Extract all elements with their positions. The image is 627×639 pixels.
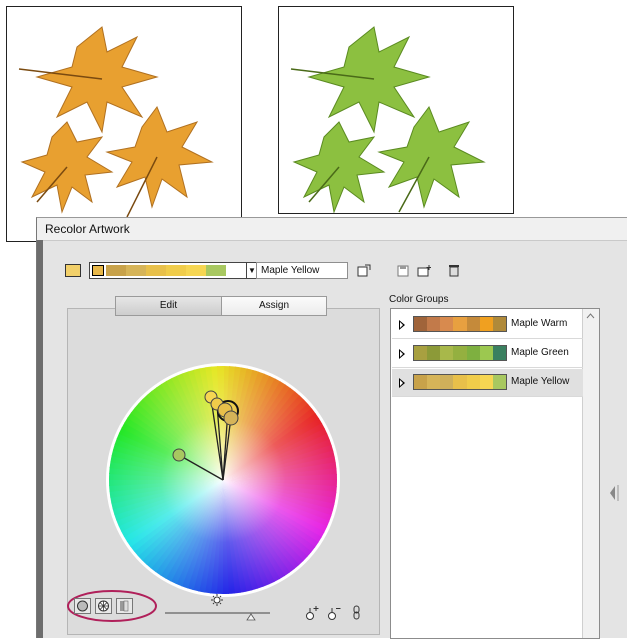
- segmented-wheel-icon: [98, 600, 109, 612]
- new-group-icon[interactable]: [357, 264, 371, 277]
- segmented-wheel-button[interactable]: [95, 598, 112, 614]
- current-colors-strip[interactable]: [89, 262, 247, 279]
- strip-colors: [106, 265, 226, 276]
- group-swatches: [413, 374, 507, 390]
- group-name: Maple Warm: [511, 318, 568, 329]
- current-color-swatch[interactable]: [65, 264, 81, 277]
- brightness-thumb[interactable]: [246, 613, 256, 621]
- new-folder-icon[interactable]: [417, 264, 431, 277]
- save-icon[interactable]: [397, 264, 411, 277]
- color-wheel[interactable]: [103, 360, 343, 600]
- smooth-wheel-icon: [77, 600, 88, 612]
- smooth-wheel-button[interactable]: [74, 598, 91, 614]
- color-bars-button[interactable]: [116, 598, 133, 614]
- green-maple-leaves-image: [290, 26, 486, 213]
- expand-arrow-icon[interactable]: [399, 378, 405, 388]
- group-swatches: [413, 316, 507, 332]
- artwork-after-preview: [278, 6, 514, 214]
- edit-assign-tabs: Edit Assign: [115, 296, 327, 316]
- brightness-slider[interactable]: [165, 594, 275, 624]
- color-groups-label: Color Groups: [389, 294, 449, 305]
- color-group-row[interactable]: Maple Yellow: [392, 369, 583, 397]
- selected-color-marker: [92, 265, 104, 276]
- color-group-row[interactable]: Maple Warm: [392, 311, 583, 339]
- group-name-field[interactable]: Maple Yellow: [256, 262, 348, 279]
- expand-arrow-icon[interactable]: [399, 320, 405, 330]
- collapse-arrow-icon[interactable]: [608, 483, 620, 503]
- orange-maple-leaves-image: [18, 26, 214, 218]
- brightness-icon: [211, 594, 223, 606]
- dialog-titlebar[interactable]: Recolor Artwork: [37, 218, 627, 241]
- delete-icon[interactable]: [447, 264, 461, 277]
- dialog-edge: [37, 240, 43, 638]
- add-color-icon[interactable]: [305, 605, 319, 621]
- groups-scrollbar[interactable]: [582, 309, 599, 638]
- tab-assign[interactable]: Assign: [222, 297, 326, 315]
- group-swatches: [413, 345, 507, 361]
- color-groups-list: Maple Warm Maple Green Maple Yellow: [390, 308, 600, 639]
- group-name: Maple Yellow: [511, 376, 570, 387]
- artwork-before-preview: [6, 6, 242, 242]
- wheel-mode-buttons: [65, 589, 165, 623]
- remove-color-icon[interactable]: [327, 605, 341, 621]
- expand-arrow-icon[interactable]: [399, 349, 405, 359]
- tab-edit[interactable]: Edit: [116, 297, 222, 315]
- dialog-title: Recolor Artwork: [45, 222, 130, 236]
- color-bars-icon: [120, 600, 129, 612]
- group-name: Maple Green: [511, 347, 569, 358]
- color-group-row[interactable]: Maple Green: [392, 340, 583, 368]
- link-harmony-icon[interactable]: [351, 605, 365, 621]
- recolor-artwork-dialog: Recolor Artwork ▼ Maple Yellow Edit Assi…: [36, 217, 627, 639]
- scroll-up-arrow-icon[interactable]: [583, 309, 598, 323]
